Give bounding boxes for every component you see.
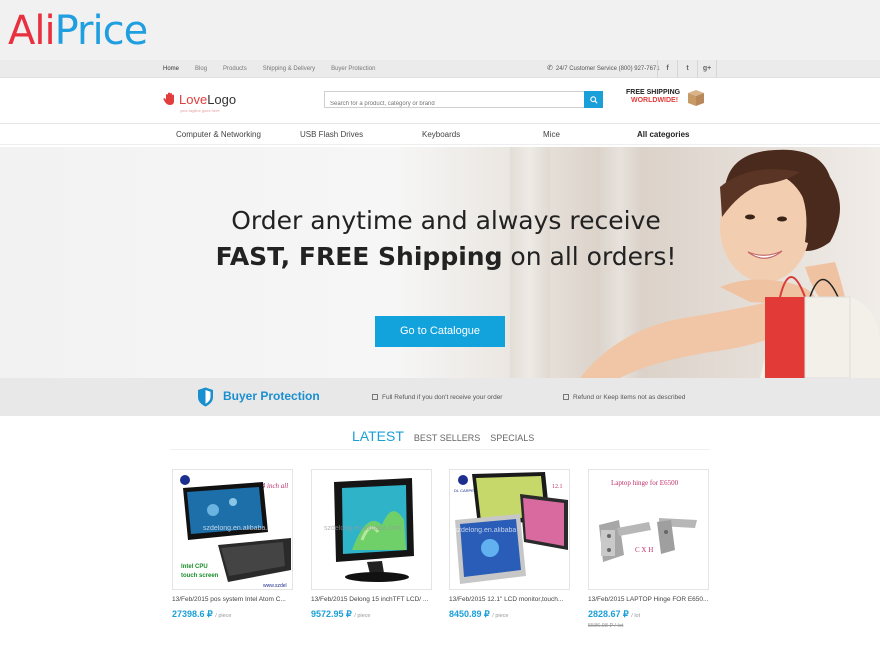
product-price-unit: / piece: [492, 613, 509, 619]
aliprice-header: AliPrice: [0, 0, 880, 60]
product-price-unit: / lot: [631, 613, 641, 619]
product-title[interactable]: 13/Feb/2015 LAPTOP Hinge FOR E650...: [588, 596, 709, 603]
product-price-value: 27398.6 ₽: [172, 609, 213, 619]
free-shipping-line2: WORLDWIDE!: [631, 97, 679, 104]
hero-headline-rest: on all orders!: [502, 242, 677, 271]
category-usb-flash-drives[interactable]: USB Flash Drives: [300, 125, 363, 145]
customer-service-text: 24/7 Customer Service (800) 927-7671: [555, 66, 660, 72]
product-2-brand-text: szdelong.en.alibaba.com: [324, 525, 402, 532]
hand-logo-icon: [163, 92, 174, 105]
product-price: 8450.89 ₽ / piece: [449, 609, 570, 620]
checkbox-icon: [372, 394, 378, 400]
product-image[interactable]: szdelong.en.alibaba.com: [311, 469, 432, 590]
logo-love: Love: [179, 91, 208, 107]
product-card[interactable]: DL CARPE 12.1 szdelong.en.alibaba 13/Feb…: [449, 469, 570, 620]
pos-terminal-image: 15.4 inch all szdelong.en.alibaba.co Int…: [173, 470, 292, 589]
category-mice[interactable]: Mice: [543, 125, 560, 145]
hero-banner: Order anytime and always receive FAST, F…: [0, 147, 880, 378]
search-icon: [589, 95, 598, 104]
hero-headline-line2: FAST, FREE Shipping on all orders!: [0, 242, 880, 271]
category-keyboards[interactable]: Keyboards: [422, 125, 460, 145]
product-1-caption2: touch screen: [181, 573, 219, 579]
nav-shipping[interactable]: Shipping & Delivery: [263, 60, 315, 78]
product-3-logo-text: DL CARPE: [454, 488, 474, 493]
product-card[interactable]: szdelong.en.alibaba.com 13/Feb/2015 Delo…: [311, 469, 432, 620]
product-image[interactable]: Laptop hinge for E6500 C X H: [588, 469, 709, 590]
logo-logo: Logo: [207, 91, 237, 107]
product-title[interactable]: 13/Feb/2015 12.1" LCD monitor,touch...: [449, 596, 570, 603]
product-image[interactable]: DL CARPE 12.1 szdelong.en.alibaba: [449, 469, 570, 590]
tab-latest[interactable]: LATEST: [352, 428, 404, 444]
product-3-brand-text: szdelong.en.alibaba: [454, 527, 516, 534]
product-old-price: 5586.98 ₽ / lot: [588, 623, 624, 629]
buyer-protection-title: Buyer Protection: [223, 389, 320, 403]
product-1-caption1: Intel CPU: [181, 564, 208, 570]
free-shipping-line1: FREE SHIPPING: [626, 89, 681, 96]
product-price: 27398.6 ₽ / piece: [172, 609, 293, 620]
hero-headline-bold: FAST, FREE Shipping: [215, 242, 503, 271]
product-price-value: 2828.67 ₽: [588, 609, 629, 619]
category-navigation: Computer & Networking USB Flash Drives K…: [0, 125, 880, 145]
aliprice-logo-part2: Price: [54, 8, 149, 54]
product-price-unit: / piece: [354, 613, 371, 619]
aliprice-logo-part1: Ali: [8, 8, 56, 54]
product-card[interactable]: Laptop hinge for E6500 C X H 13/Feb/2015…: [588, 469, 709, 629]
tab-best-sellers[interactable]: BEST SELLERS: [414, 433, 480, 443]
shield-icon: [198, 387, 213, 407]
product-price-value: 8450.89 ₽: [449, 609, 490, 619]
box-icon: [688, 90, 704, 106]
product-title[interactable]: 13/Feb/2015 pos system Intel Atom C...: [172, 596, 293, 603]
logo-tagline: your tagline goes here: [180, 108, 220, 113]
search-input[interactable]: [325, 96, 583, 112]
product-1-brand-text: szdelong.en.alibaba.co: [203, 525, 275, 532]
nav-home[interactable]: Home: [163, 60, 179, 78]
twitter-icon[interactable]: t: [677, 60, 697, 78]
nav-products[interactable]: Products: [223, 60, 247, 78]
facebook-icon[interactable]: f: [657, 60, 677, 78]
phone-icon: ✆: [547, 65, 553, 72]
touch-monitor-image: DL CARPE 12.1 szdelong.en.alibaba: [450, 470, 569, 589]
product-title[interactable]: 13/Feb/2015 Delong 15 inchTFT LCD/ ...: [311, 596, 432, 603]
search-button[interactable]: [584, 91, 603, 108]
top-navigation: Home Blog Products Shipping & Delivery B…: [0, 60, 880, 78]
social-links: f t g+: [657, 60, 717, 78]
protection-full-refund-text: Full Refund if you don't receive your or…: [382, 394, 503, 401]
free-shipping-badge: FREE SHIPPING WORLDWIDE!: [626, 88, 708, 110]
tabs-divider: [170, 449, 710, 450]
laptop-hinge-image: Laptop hinge for E6500 C X H: [589, 470, 708, 589]
store-header: LoveLogo your tagline goes here FREE SHI…: [0, 79, 880, 124]
category-all[interactable]: All categories: [637, 125, 689, 145]
customer-service: ✆ 24/7 Customer Service (800) 927-7671: [547, 60, 660, 78]
protection-refund-keep-text: Refund or Keep items not as described: [573, 394, 686, 401]
lcd-monitor-image: szdelong.en.alibaba.com: [312, 470, 431, 589]
product-price-value: 9572.95 ₽: [311, 609, 352, 619]
go-to-catalogue-button[interactable]: Go to Catalogue: [375, 316, 505, 347]
product-tabs: LATEST BEST SELLERS SPECIALS: [352, 428, 544, 448]
product-image[interactable]: 15.4 inch all szdelong.en.alibaba.co Int…: [172, 469, 293, 590]
product-4-headline: Laptop hinge for E6500: [611, 479, 679, 487]
product-1-footer: www.szdel: [263, 583, 287, 589]
product-price: 2828.67 ₽ / lot: [588, 609, 709, 620]
protection-full-refund: Full Refund if you don't receive your or…: [372, 393, 502, 401]
nav-blog[interactable]: Blog: [195, 60, 207, 78]
tab-specials[interactable]: SPECIALS: [490, 433, 534, 443]
nav-buyer-protection[interactable]: Buyer Protection: [331, 60, 375, 78]
checkbox-icon: [563, 394, 569, 400]
product-4-caption: C X H: [635, 546, 653, 554]
aliprice-logo[interactable]: AliPrice: [8, 6, 149, 56]
product-card[interactable]: 15.4 inch all szdelong.en.alibaba.co Int…: [172, 469, 293, 620]
category-computer-networking[interactable]: Computer & Networking: [176, 125, 261, 145]
product-price-unit: / piece: [215, 613, 232, 619]
product-3-headline: 12.1: [552, 484, 563, 490]
store-logo[interactable]: Love Logo: [163, 89, 236, 109]
product-price: 9572.95 ₽ / piece: [311, 609, 432, 620]
hero-headline-line1: Order anytime and always receive: [231, 206, 661, 235]
buyer-protection-bar: Buyer Protection Full Refund if you don'…: [0, 378, 880, 416]
google-plus-icon[interactable]: g+: [697, 60, 717, 78]
search-box: [324, 91, 603, 112]
protection-refund-keep: Refund or Keep items not as described: [563, 393, 685, 401]
